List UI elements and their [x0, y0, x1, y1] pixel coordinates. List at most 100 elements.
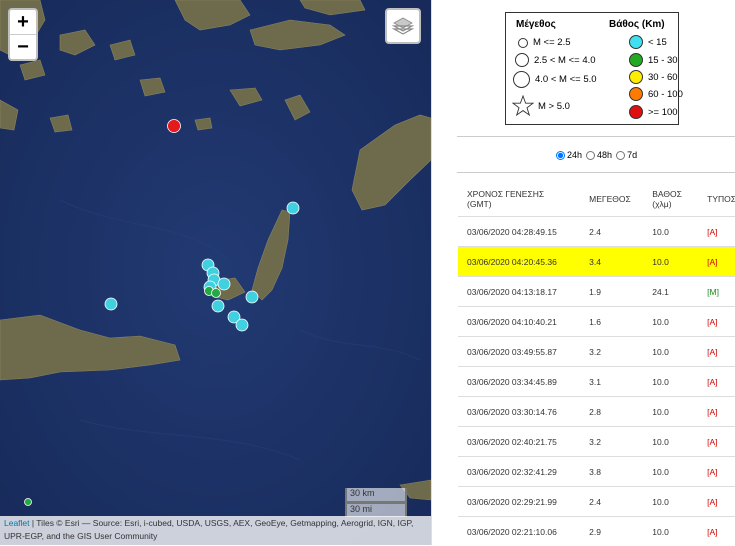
quake-marker — [246, 291, 258, 303]
cell-time: 03/06/2020 02:32:41.29 — [458, 457, 580, 487]
cell-type: [A] — [698, 307, 735, 337]
table-row[interactable]: 03/06/2020 03:30:14.76 2.8 10.0 [A] — [458, 397, 735, 427]
table-row[interactable]: 03/06/2020 02:32:41.29 3.8 10.0 [A] — [458, 457, 735, 487]
table-row[interactable]: 03/06/2020 02:40:21.75 3.2 10.0 [A] — [458, 427, 735, 457]
col-header-type: ΤΥΠΟΣ — [698, 182, 735, 217]
cell-magnitude: 1.6 — [580, 307, 643, 337]
legend-depth-item: < 15 — [629, 35, 667, 49]
scale-bar-mi: 30 mi — [345, 502, 407, 517]
zoom-out-button[interactable]: − — [10, 34, 36, 59]
quake-marker — [218, 278, 230, 290]
range-label-48h[interactable]: 48h — [597, 150, 612, 160]
attribution-text: | Tiles © Esri — Source: Esri, i-cubed, … — [4, 518, 413, 541]
cell-time: 03/06/2020 02:29:21.99 — [458, 487, 580, 517]
legend-depth-item: >= 100 — [629, 105, 678, 119]
table-row[interactable]: 03/06/2020 03:34:45.89 3.1 10.0 [A] — [458, 367, 735, 397]
medium-circle-icon — [515, 53, 529, 67]
earthquake-panel: Μέγεθος Βάθος (Km) M <= 2.5 2.5 < M <= 4… — [431, 0, 735, 545]
range-radio-48h[interactable] — [586, 151, 595, 160]
layers-button[interactable] — [385, 8, 421, 44]
zoom-control: + − — [8, 8, 38, 61]
cell-depth: 10.0 — [643, 457, 698, 487]
quake-marker — [236, 319, 248, 331]
map-legend: Μέγεθος Βάθος (Km) M <= 2.5 2.5 < M <= 4… — [505, 12, 679, 125]
scale-bar-km: 30 km — [345, 488, 407, 503]
cell-depth: 10.0 — [643, 397, 698, 427]
cell-time: 03/06/2020 02:40:21.75 — [458, 427, 580, 457]
cell-depth: 10.0 — [643, 517, 698, 546]
cell-time: 03/06/2020 04:10:40.21 — [458, 307, 580, 337]
table-row[interactable]: 03/06/2020 03:49:55.87 3.2 10.0 [A] — [458, 337, 735, 367]
legend-depth-item: 15 - 30 — [629, 53, 678, 67]
quake-marker — [287, 202, 299, 214]
table-header-row: ΧΡΟΝΟΣ ΓΕΝΕΣΗΣ (GMT) ΜΕΓΕΘΟΣ ΒΑΘΟΣ (χλμ)… — [458, 182, 735, 217]
map-view[interactable]: + − 30 km 30 mi Leaflet | Tiles © Esri —… — [0, 0, 431, 545]
zoom-in-button[interactable]: + — [10, 10, 36, 34]
cell-magnitude: 1.9 — [580, 277, 643, 307]
cell-magnitude: 3.2 — [580, 427, 643, 457]
depth-color-swatch — [629, 35, 643, 49]
legend-depth-item: 60 - 100 — [629, 87, 683, 101]
large-circle-icon — [513, 71, 530, 88]
cell-magnitude: 3.1 — [580, 367, 643, 397]
satellite-basemap[interactable] — [0, 0, 431, 545]
cell-magnitude: 3.8 — [580, 457, 643, 487]
legend-magnitude-item: M <= 2.5 — [518, 37, 571, 48]
col-header-time: ΧΡΟΝΟΣ ΓΕΝΕΣΗΣ (GMT) — [458, 182, 580, 217]
range-radio-24h[interactable] — [556, 151, 565, 160]
cell-magnitude: 3.4 — [580, 247, 643, 277]
table-row[interactable]: 03/06/2020 04:28:49.15 2.4 10.0 [A] — [458, 217, 735, 247]
depth-color-swatch — [629, 87, 643, 101]
small-circle-icon — [518, 38, 528, 48]
cell-depth: 10.0 — [643, 217, 698, 247]
cell-magnitude: 2.4 — [580, 487, 643, 517]
depth-color-swatch — [629, 105, 643, 119]
divider — [457, 172, 735, 173]
legend-depth-title: Βάθος (Km) — [609, 19, 665, 30]
cell-type: [A] — [698, 457, 735, 487]
cell-depth: 10.0 — [643, 367, 698, 397]
cell-time: 03/06/2020 03:34:45.89 — [458, 367, 580, 397]
cell-magnitude: 3.2 — [580, 337, 643, 367]
cell-depth: 10.0 — [643, 337, 698, 367]
legend-magnitude-title: Μέγεθος — [516, 19, 556, 30]
time-range-selector: 24h 48h 7d — [556, 150, 641, 160]
quake-marker-mid — [25, 499, 32, 506]
cell-time: 03/06/2020 03:49:55.87 — [458, 337, 580, 367]
cell-type: [A] — [698, 487, 735, 517]
cell-type: [A] — [698, 247, 735, 277]
col-header-depth: ΒΑΘΟΣ (χλμ) — [643, 182, 698, 217]
cell-type: [A] — [698, 337, 735, 367]
quake-marker-deep — [168, 120, 181, 133]
cell-magnitude: 2.9 — [580, 517, 643, 546]
table-row[interactable]: 03/06/2020 02:29:21.99 2.4 10.0 [A] — [458, 487, 735, 517]
cell-depth: 10.0 — [643, 487, 698, 517]
cell-depth: 10.0 — [643, 247, 698, 277]
quake-marker — [105, 298, 117, 310]
legend-magnitude-item: 2.5 < M <= 4.0 — [515, 53, 596, 67]
cell-type: [A] — [698, 397, 735, 427]
cell-depth: 10.0 — [643, 307, 698, 337]
cell-time: 03/06/2020 04:28:49.15 — [458, 217, 580, 247]
range-radio-7d[interactable] — [616, 151, 625, 160]
table-row[interactable]: 03/06/2020 02:21:10.06 2.9 10.0 [A] — [458, 517, 735, 546]
leaflet-link[interactable]: Leaflet — [4, 518, 30, 528]
earthquake-table: ΧΡΟΝΟΣ ΓΕΝΕΣΗΣ (GMT) ΜΕΓΕΘΟΣ ΒΑΘΟΣ (χλμ)… — [458, 182, 735, 546]
table-row[interactable]: 03/06/2020 04:10:40.21 1.6 10.0 [A] — [458, 307, 735, 337]
cell-magnitude: 2.8 — [580, 397, 643, 427]
layers-icon — [392, 15, 414, 37]
cell-time: 03/06/2020 03:30:14.76 — [458, 397, 580, 427]
cell-depth: 24.1 — [643, 277, 698, 307]
cell-type: [A] — [698, 367, 735, 397]
cell-time: 03/06/2020 02:21:10.06 — [458, 517, 580, 546]
legend-magnitude-item: M > 5.0 — [512, 95, 570, 117]
range-label-24h[interactable]: 24h — [567, 150, 582, 160]
range-label-7d[interactable]: 7d — [627, 150, 637, 160]
depth-color-swatch — [629, 53, 643, 67]
table-row[interactable]: 03/06/2020 04:13:18.17 1.9 24.1 [M] — [458, 277, 735, 307]
cell-depth: 10.0 — [643, 427, 698, 457]
cell-type: [A] — [698, 517, 735, 546]
table-row-highlighted[interactable]: 03/06/2020 04:20:45.36 3.4 10.0 [A] — [458, 247, 735, 277]
cell-time: 03/06/2020 04:20:45.36 — [458, 247, 580, 277]
col-header-magnitude: ΜΕΓΕΘΟΣ — [580, 182, 643, 217]
